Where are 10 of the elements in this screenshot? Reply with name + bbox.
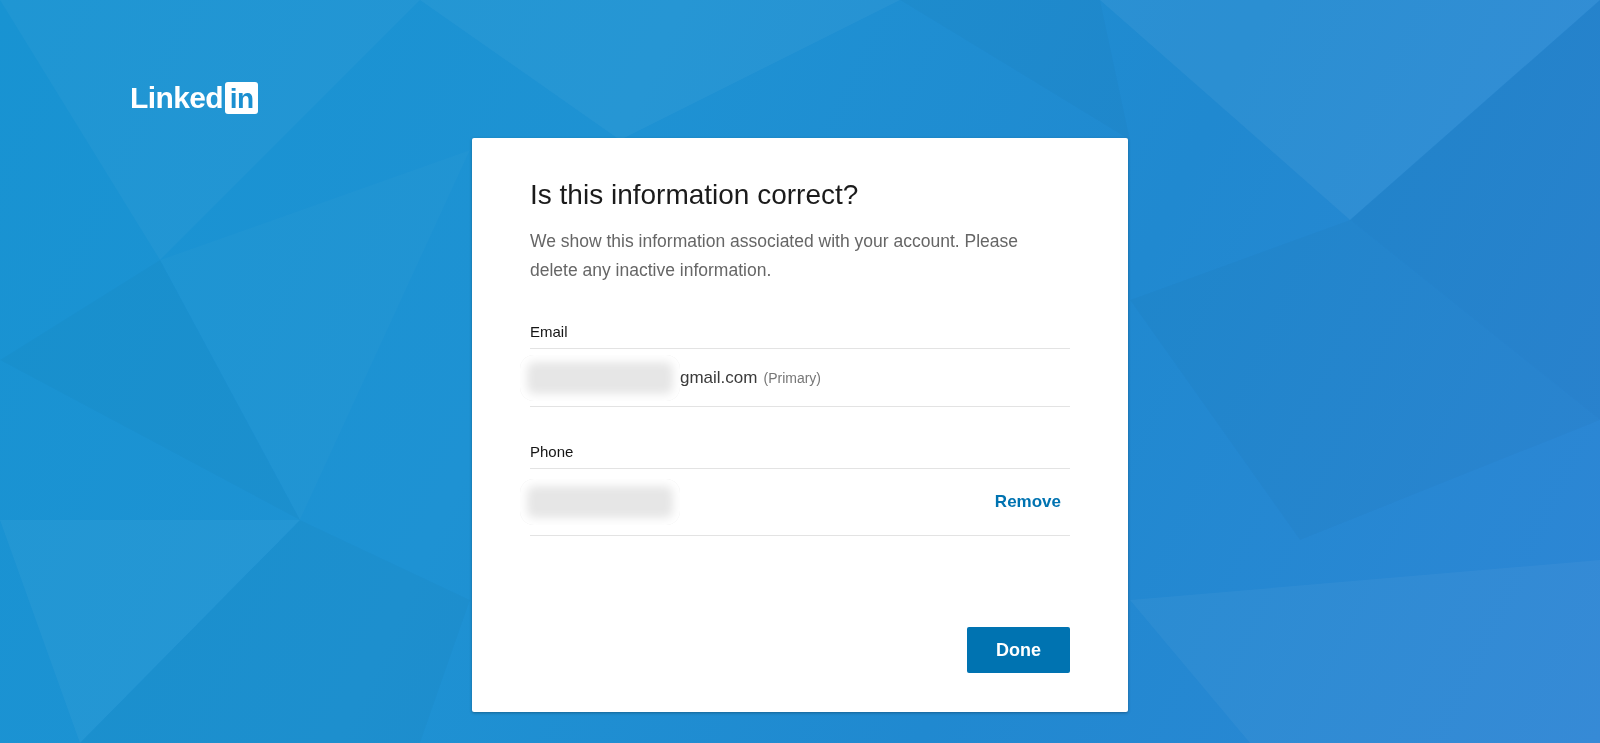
field-label: Phone: [530, 442, 1070, 469]
remove-link[interactable]: Remove: [994, 491, 1061, 513]
entry-note: (Primary): [763, 369, 821, 386]
logo-wordmark[interactable]: Linked: [130, 82, 224, 114]
logo-badge[interactable]: in: [225, 82, 259, 114]
entry-value: gmail.com: [680, 367, 758, 388]
done-button[interactable]: Done: [967, 627, 1070, 673]
dialog-description: We show this information associated with your account. Please delete any inactive information.: [530, 230, 1019, 282]
dialog-title: Is this information correct?: [530, 178, 860, 212]
field-label: Email: [530, 322, 1070, 349]
